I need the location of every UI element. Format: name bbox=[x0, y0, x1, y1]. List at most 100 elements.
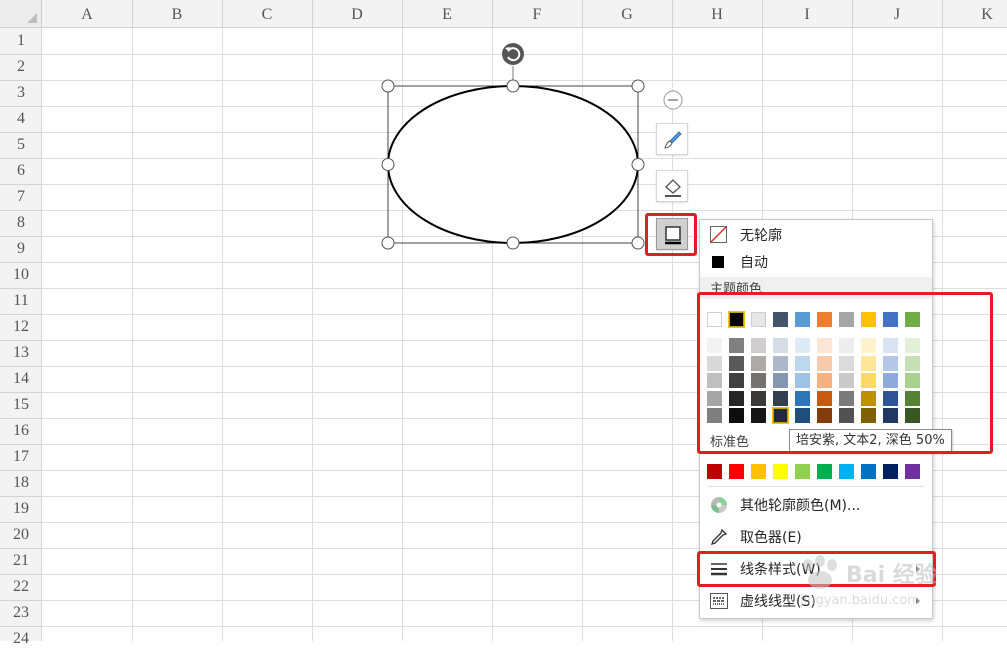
theme-shade-swatch[interactable] bbox=[729, 373, 744, 388]
theme-shade-swatch[interactable] bbox=[817, 373, 832, 388]
menu-item-more-colors[interactable]: 其他轮廓颜色(M)... bbox=[700, 492, 932, 518]
standard-color-swatch[interactable] bbox=[795, 464, 810, 479]
theme-shade-swatch[interactable] bbox=[751, 390, 766, 406]
theme-shade-swatch[interactable] bbox=[729, 408, 744, 423]
standard-color-swatch[interactable] bbox=[883, 464, 898, 479]
theme-color-swatch[interactable] bbox=[861, 312, 876, 327]
theme-shade-swatch[interactable] bbox=[839, 338, 854, 353]
theme-shade-swatch[interactable] bbox=[905, 390, 920, 406]
theme-shade-swatch[interactable] bbox=[839, 408, 854, 423]
theme-shade-swatch[interactable] bbox=[905, 373, 920, 388]
theme-shade-swatch[interactable] bbox=[751, 408, 766, 423]
theme-colors-heading: 主题颜色 bbox=[700, 277, 932, 299]
theme-shade-swatch[interactable] bbox=[861, 390, 876, 406]
theme-shade-swatch[interactable] bbox=[751, 373, 766, 388]
theme-color-swatch[interactable] bbox=[751, 312, 766, 327]
theme-shade-swatch[interactable] bbox=[861, 355, 876, 371]
theme-shade-swatch[interactable] bbox=[883, 373, 898, 388]
theme-shade-swatch[interactable] bbox=[817, 408, 832, 423]
rotate-handle-icon[interactable] bbox=[502, 43, 524, 65]
theme-shade-swatch[interactable] bbox=[795, 338, 810, 353]
menu-item-eyedropper[interactable]: 取色器(E) bbox=[700, 524, 932, 550]
theme-shade-swatch[interactable] bbox=[817, 338, 832, 353]
standard-color-swatch[interactable] bbox=[861, 464, 876, 479]
theme-shade-swatch[interactable] bbox=[795, 373, 810, 388]
theme-color-swatch[interactable] bbox=[839, 312, 854, 327]
theme-shade-swatch[interactable] bbox=[861, 338, 876, 353]
theme-shade-swatch[interactable] bbox=[839, 390, 854, 406]
theme-shade-swatch[interactable] bbox=[707, 373, 722, 388]
theme-shade-swatch[interactable] bbox=[773, 408, 788, 423]
standard-color-swatch[interactable] bbox=[817, 464, 832, 479]
standard-color-swatch[interactable] bbox=[905, 464, 920, 479]
theme-color-swatch[interactable] bbox=[773, 312, 788, 327]
theme-shade-swatch[interactable] bbox=[839, 373, 854, 388]
theme-shade-swatch[interactable] bbox=[817, 355, 832, 371]
theme-shade-swatch[interactable] bbox=[773, 355, 788, 371]
resize-handle-left[interactable] bbox=[381, 158, 395, 171]
theme-color-swatch[interactable] bbox=[905, 312, 920, 327]
resize-handle-bottom-right[interactable] bbox=[631, 236, 645, 250]
brush-icon bbox=[664, 131, 682, 149]
resize-handle-top-left[interactable] bbox=[381, 79, 395, 93]
theme-color-swatch[interactable] bbox=[817, 312, 832, 327]
theme-shade-swatch[interactable] bbox=[883, 355, 898, 371]
theme-shade-swatch[interactable] bbox=[729, 355, 744, 371]
theme-shade-swatch[interactable] bbox=[751, 355, 766, 371]
theme-shade-swatch[interactable] bbox=[729, 390, 744, 406]
collapse-toolbar-button[interactable] bbox=[662, 89, 684, 111]
theme-shade-swatch[interactable] bbox=[905, 338, 920, 353]
standard-color-swatch[interactable] bbox=[773, 464, 788, 479]
resize-handle-top-right[interactable] bbox=[631, 79, 645, 93]
theme-shade-swatch[interactable] bbox=[905, 355, 920, 371]
theme-color-swatch[interactable] bbox=[707, 312, 722, 327]
theme-shade-swatch[interactable] bbox=[795, 355, 810, 371]
shape-fill-button[interactable] bbox=[656, 170, 688, 202]
more-colors-label: 其他轮廓颜色(M)... bbox=[740, 498, 861, 514]
dash-type-icon bbox=[710, 593, 728, 609]
theme-shade-swatch[interactable] bbox=[707, 390, 722, 406]
ellipse-shape[interactable] bbox=[387, 85, 639, 244]
shape-style-button[interactable] bbox=[656, 123, 688, 155]
minus-circle-icon bbox=[663, 90, 683, 110]
theme-shade-swatch[interactable] bbox=[773, 373, 788, 388]
theme-shade-swatch[interactable] bbox=[795, 408, 810, 423]
standard-color-swatch[interactable] bbox=[751, 464, 766, 479]
theme-shade-swatch[interactable] bbox=[707, 338, 722, 353]
theme-shade-swatch[interactable] bbox=[707, 355, 722, 371]
resize-handle-bottom-left[interactable] bbox=[381, 236, 395, 250]
dash-type-label: 虚线线型(S) bbox=[740, 594, 816, 610]
theme-shade-swatch[interactable] bbox=[729, 338, 744, 353]
standard-color-swatch[interactable] bbox=[839, 464, 854, 479]
menu-item-line-style[interactable]: 线条样式(W) bbox=[700, 556, 932, 582]
theme-shade-swatch[interactable] bbox=[751, 338, 766, 353]
menu-item-auto[interactable]: 自动 bbox=[700, 249, 932, 275]
shape-outline-button[interactable] bbox=[656, 218, 688, 250]
theme-shade-swatch[interactable] bbox=[861, 408, 876, 423]
standard-color-swatch[interactable] bbox=[729, 464, 744, 479]
theme-shade-swatch[interactable] bbox=[905, 408, 920, 423]
resize-handle-right[interactable] bbox=[631, 158, 645, 171]
color-tooltip: 培安紫, 文本2, 深色 50% bbox=[789, 429, 952, 453]
theme-shade-swatch[interactable] bbox=[817, 390, 832, 406]
theme-shade-swatch[interactable] bbox=[773, 338, 788, 353]
theme-shade-swatch[interactable] bbox=[773, 390, 788, 406]
theme-shade-swatch[interactable] bbox=[883, 390, 898, 406]
theme-shade-swatch[interactable] bbox=[795, 390, 810, 406]
theme-color-swatch[interactable] bbox=[795, 312, 810, 327]
menu-item-dash-type[interactable]: 虚线线型(S) bbox=[700, 588, 932, 614]
menu-item-no-outline[interactable]: 无轮廓 bbox=[700, 222, 932, 248]
theme-shade-swatch[interactable] bbox=[883, 338, 898, 353]
resize-handle-top[interactable] bbox=[506, 79, 520, 93]
theme-colors-heading-label: 主题颜色 bbox=[710, 282, 763, 297]
theme-color-swatch[interactable] bbox=[729, 312, 744, 327]
theme-shade-swatch[interactable] bbox=[861, 373, 876, 388]
standard-color-swatch[interactable] bbox=[707, 464, 722, 479]
eyedropper-icon bbox=[710, 528, 728, 546]
theme-color-swatch[interactable] bbox=[883, 312, 898, 327]
resize-handle-bottom[interactable] bbox=[506, 236, 520, 250]
theme-shade-swatch[interactable] bbox=[839, 355, 854, 371]
color-wheel-icon bbox=[711, 497, 727, 513]
theme-shade-swatch[interactable] bbox=[707, 408, 722, 423]
theme-shade-swatch[interactable] bbox=[883, 408, 898, 423]
